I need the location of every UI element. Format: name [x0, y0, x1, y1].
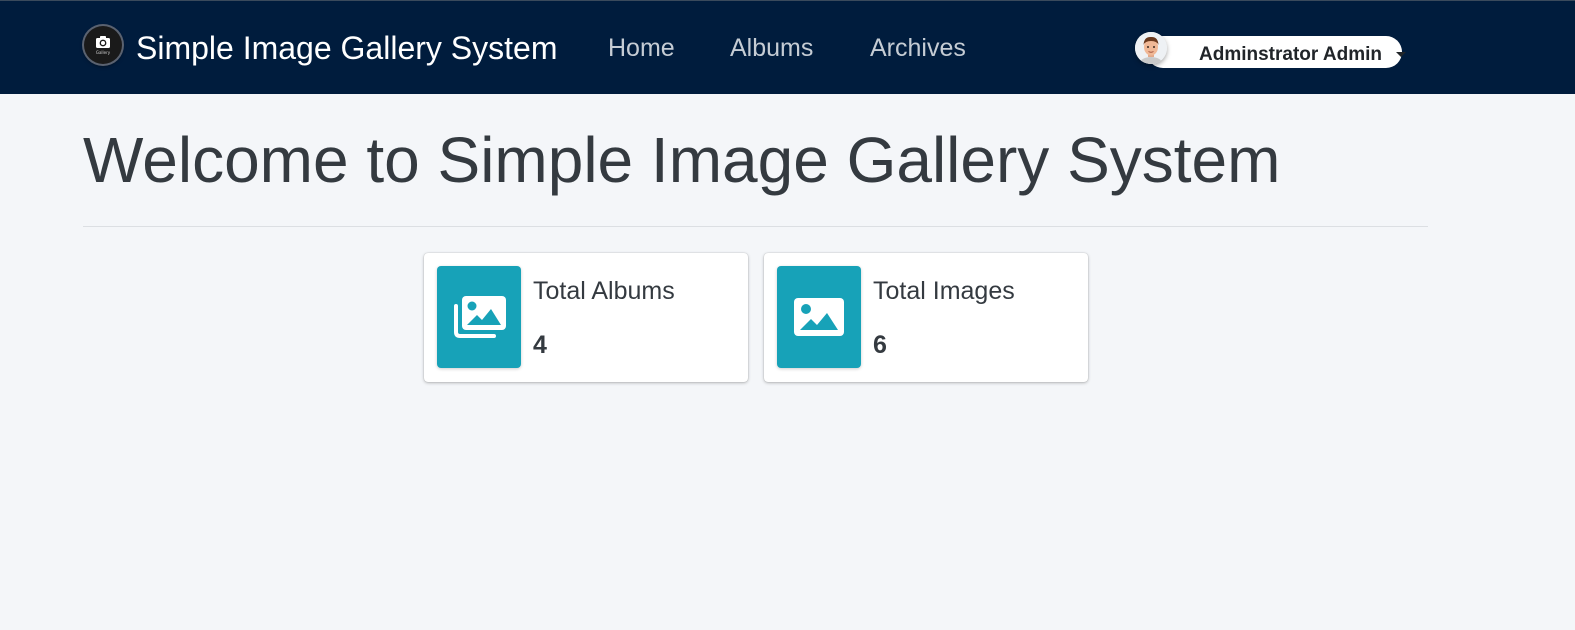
- images-icon: [437, 266, 521, 368]
- user-avatar-icon[interactable]: [1135, 32, 1167, 64]
- page-title: Welcome to Simple Image Gallery System: [83, 124, 1281, 196]
- stat-card-albums: Total Albums 4: [424, 253, 748, 382]
- logo-text: Gallery: [96, 50, 111, 55]
- nav-home[interactable]: Home: [608, 32, 675, 64]
- stat-label-images: Total Images: [873, 277, 1015, 305]
- image-icon: [777, 266, 861, 368]
- caret-down-icon[interactable]: [1396, 52, 1406, 57]
- camera-icon[interactable]: Gallery: [84, 26, 122, 64]
- stat-card-images: Total Images 6: [764, 253, 1088, 382]
- stat-value-images: 6: [873, 331, 887, 359]
- stat-label-albums: Total Albums: [533, 277, 675, 305]
- nav-archives[interactable]: Archives: [870, 32, 966, 64]
- user-pill[interactable]: Adminstrator Admin: [1147, 36, 1406, 68]
- nav-albums[interactable]: Albums: [730, 32, 813, 64]
- user-name[interactable]: Adminstrator Admin: [1199, 44, 1382, 66]
- top-navbar: Gallery Simple Image Gallery System Home…: [0, 0, 1575, 94]
- title-divider: [83, 226, 1428, 227]
- stat-value-albums: 4: [533, 331, 547, 359]
- brand-title[interactable]: Simple Image Gallery System: [136, 28, 557, 68]
